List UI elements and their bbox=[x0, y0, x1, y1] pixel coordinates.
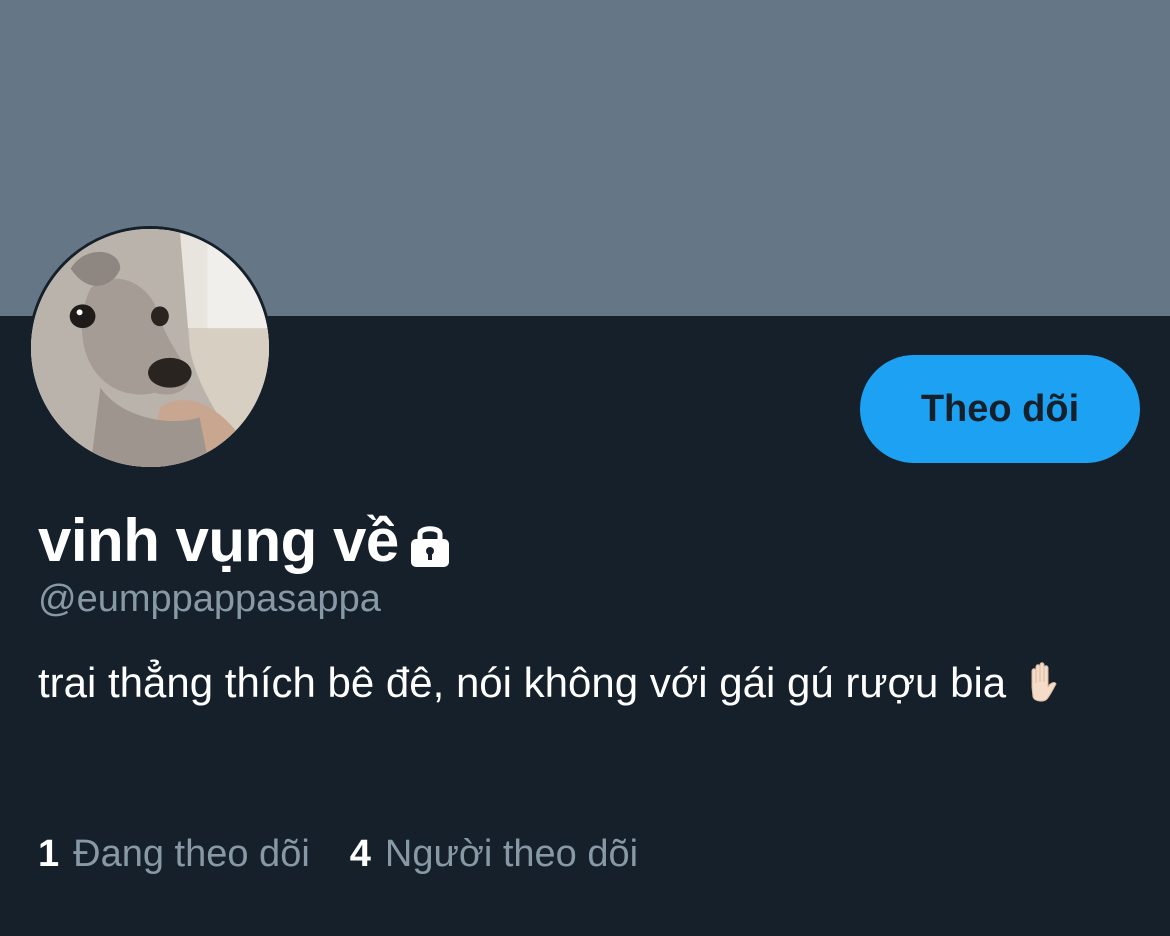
following-stat[interactable]: 1 Đang theo dõi bbox=[38, 833, 310, 876]
followers-count: 4 bbox=[349, 833, 371, 875]
dog-avatar-image bbox=[31, 229, 269, 467]
name-row: vinh vụng về bbox=[38, 505, 455, 575]
bio-text: trai thẳng thích bê đê, nói không với gá… bbox=[38, 659, 1007, 706]
followers-label: Người theo dõi bbox=[384, 833, 639, 875]
followers-stat[interactable]: 4 Người theo dõi bbox=[350, 833, 638, 876]
display-name: vinh vụng về bbox=[38, 506, 399, 574]
following-label: Đang theo dõi bbox=[73, 833, 310, 875]
lock-icon bbox=[405, 519, 455, 569]
raised-hand-icon bbox=[1020, 656, 1066, 702]
profile-handle: @eumppappasappa bbox=[38, 578, 381, 620]
follow-button[interactable]: Theo dõi bbox=[860, 355, 1140, 463]
profile-page: Theo dõi vinh vụng về @eumppappasappa tr… bbox=[0, 0, 1170, 936]
avatar[interactable] bbox=[28, 226, 272, 470]
profile-bio: trai thẳng thích bê đê, nói không với gá… bbox=[38, 648, 1138, 718]
following-count: 1 bbox=[38, 833, 60, 875]
profile-stats: 1 Đang theo dõi 4 Người theo dõi bbox=[38, 833, 678, 876]
